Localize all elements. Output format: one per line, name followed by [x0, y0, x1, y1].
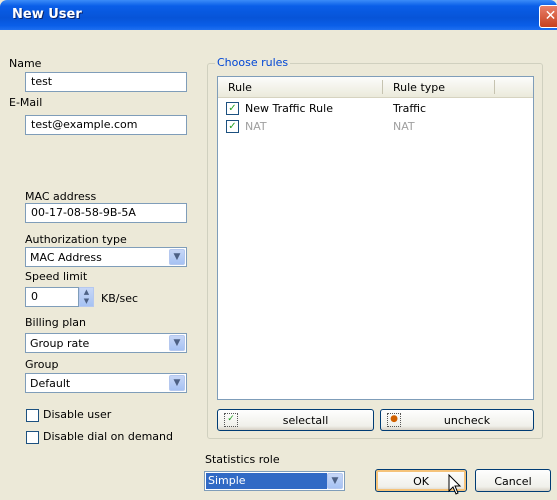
table-row[interactable]: ✓ NAT NAT [218, 117, 533, 135]
selectall-button[interactable]: ✓ selectall [217, 409, 374, 431]
disable-user-label: Disable user [43, 408, 112, 421]
uncheck-label: uncheck [443, 414, 491, 427]
checkmark-icon[interactable]: ✓ [226, 120, 239, 133]
chevron-down-icon[interactable]: ▼ [169, 375, 185, 391]
selectall-label: selectall [282, 414, 329, 427]
disable-dial-label: Disable dial on demand [43, 430, 173, 443]
statistics-role-value: Simple [206, 473, 327, 489]
uncheck-button[interactable]: ● uncheck [380, 409, 534, 431]
window-title: New User [12, 7, 82, 22]
checkmark-icon[interactable]: ✓ [226, 102, 239, 115]
mac-label: MAC address [25, 190, 97, 203]
billing-plan-label: Billing plan [25, 316, 86, 329]
speed-spinner[interactable]: ▲ ▼ [79, 287, 94, 307]
rules-group-title: Choose rules [215, 56, 291, 69]
spin-up-icon[interactable]: ▲ [80, 288, 93, 297]
cancel-button[interactable]: Cancel [475, 469, 551, 492]
group-label: Group [25, 358, 59, 371]
auth-type-select[interactable]: MAC Address ▼ [25, 247, 187, 267]
statistics-role-select[interactable]: Simple ▼ [204, 471, 345, 491]
billing-plan-select[interactable]: Group rate ▼ [25, 333, 187, 353]
title-bar[interactable]: New User ✕ [0, 0, 557, 30]
statistics-role-label: Statistics role [205, 453, 280, 466]
group-select[interactable]: Default ▼ [25, 373, 187, 393]
column-separator [382, 80, 383, 94]
cancel-label: Cancel [494, 475, 532, 488]
column-rule[interactable]: Rule [228, 81, 252, 94]
billing-plan-value: Group rate [30, 337, 90, 350]
rule-name: New Traffic Rule [245, 102, 333, 115]
column-rule-type[interactable]: Rule type [393, 81, 445, 94]
disable-dial-checkbox[interactable] [26, 431, 39, 444]
speed-limit-field[interactable]: 0 [25, 287, 79, 307]
column-separator [494, 80, 495, 94]
rule-name: NAT [245, 120, 267, 133]
speed-limit-label: Speed limit [25, 270, 88, 283]
rule-type: NAT [393, 120, 415, 133]
speed-unit-label: KB/sec [101, 292, 139, 305]
email-label: E-Mail [9, 96, 43, 109]
close-icon[interactable]: ✕ [539, 5, 557, 28]
spin-down-icon[interactable]: ▼ [80, 297, 93, 306]
auth-type-label: Authorization type [25, 233, 127, 246]
rules-list-header: Rule Rule type [218, 77, 533, 98]
mac-field[interactable]: 00-17-08-58-9B-5A [25, 203, 187, 223]
name-field[interactable]: test [25, 72, 187, 92]
new-user-dialog: New User ✕ Name test E-Mail test@example… [0, 0, 557, 500]
chevron-down-icon[interactable]: ▼ [169, 249, 185, 265]
rules-list[interactable]: Rule Rule type ✓ New Traffic Rule Traffi… [217, 76, 534, 400]
mouse-cursor-icon [448, 474, 462, 495]
disable-user-checkbox[interactable] [26, 409, 39, 422]
rule-type: Traffic [393, 102, 427, 115]
chevron-down-icon[interactable]: ▼ [327, 473, 343, 489]
name-label: Name [9, 57, 42, 70]
table-row[interactable]: ✓ New Traffic Rule Traffic [218, 99, 533, 117]
email-field[interactable]: test@example.com [25, 115, 187, 135]
auth-type-value: MAC Address [30, 251, 102, 264]
group-value: Default [30, 377, 71, 390]
chevron-down-icon[interactable]: ▼ [169, 335, 185, 351]
